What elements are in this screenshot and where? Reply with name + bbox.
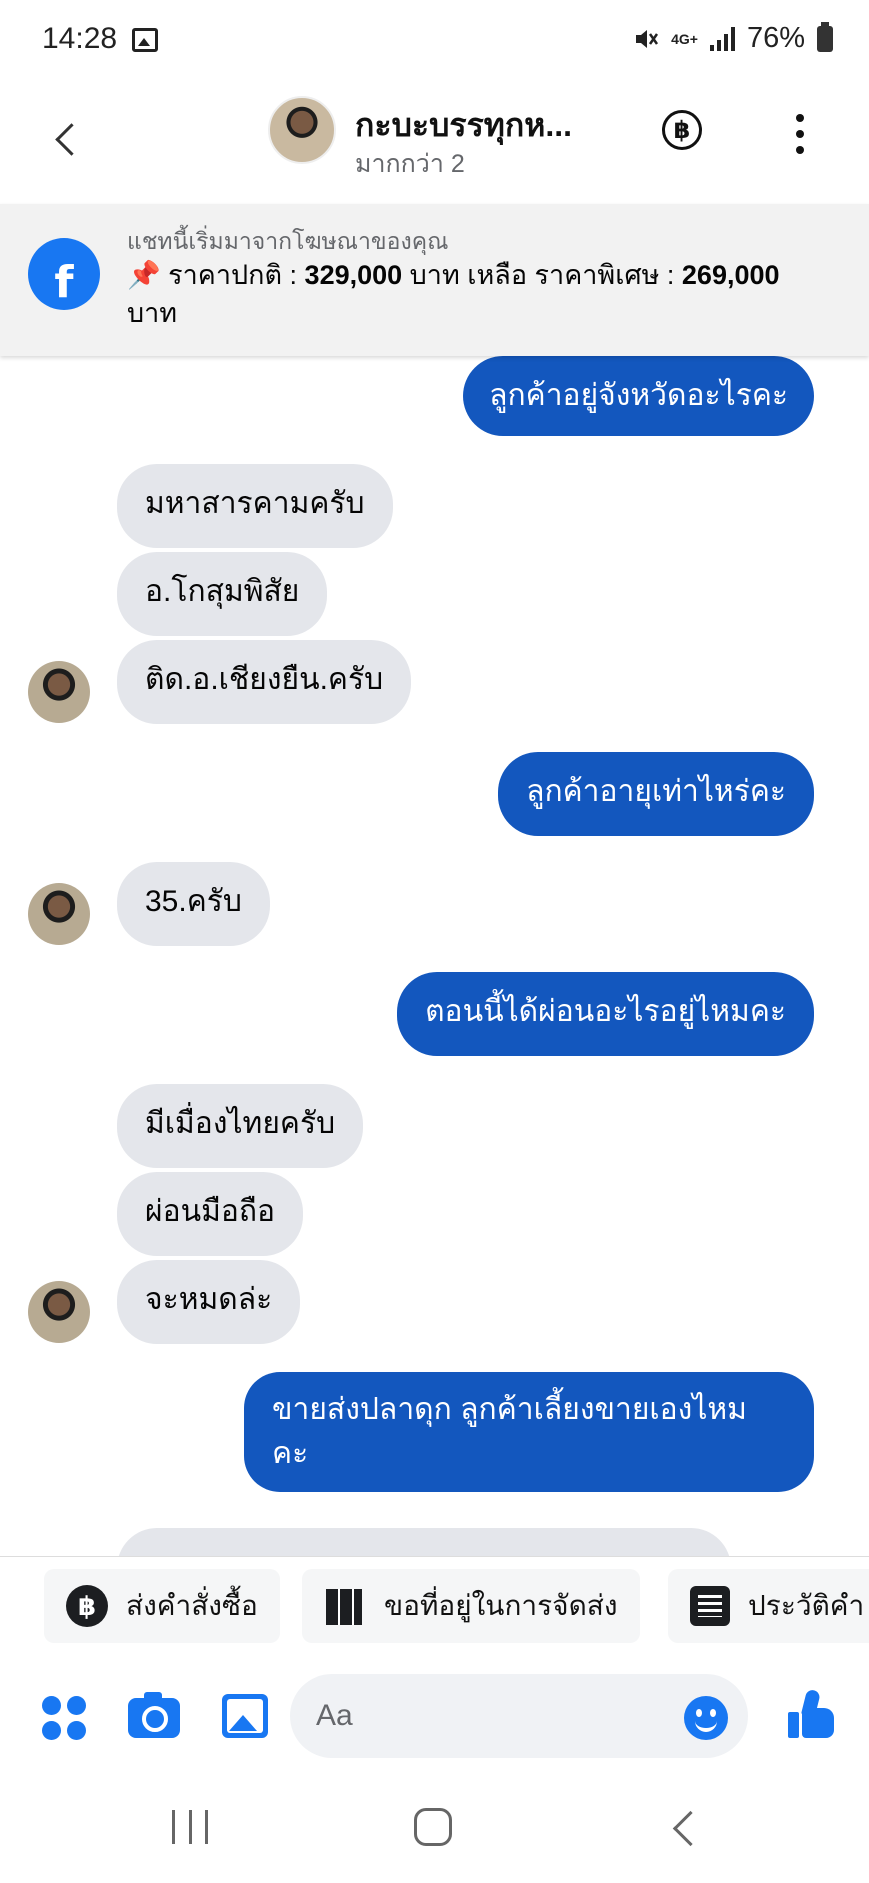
message-bubble-incoming-partial[interactable] <box>117 1528 731 1556</box>
camera-icon[interactable] <box>128 1692 180 1738</box>
message-bubble-outgoing[interactable]: ตอนนี้ได้ผ่อนอะไรอยู่ไหมคะ <box>397 972 814 1056</box>
history-chip[interactable]: ประวัติคำ <box>668 1569 869 1643</box>
quick-actions-bar: ฿ ส่งคำสั่งซื้อ ขอที่อยู่ในการจัดส่ง ประ… <box>0 1556 869 1656</box>
battery-percent: 76% <box>746 22 805 54</box>
pin-icon: 📌 <box>127 260 161 290</box>
baht-icon: ฿ <box>66 1585 108 1627</box>
message-bubble-incoming[interactable]: 35.ครับ <box>117 862 270 946</box>
chip-label: ขอที่อยู่ในการจัดส่ง <box>384 1590 618 1621</box>
message-bubble-incoming[interactable]: ติด.อ.เชียงยืน.ครับ <box>117 640 412 724</box>
ad-origin-banner[interactable]: f แชทนี้เริ่มมาจากโฆษณาของคุณ 📌 ราคาปกติ… <box>0 204 869 356</box>
system-nav-bar <box>0 1776 869 1883</box>
recent-apps-button[interactable] <box>172 1810 208 1844</box>
mute-icon <box>633 26 659 52</box>
ad-banner-text: 📌 ราคาปกติ : 329,000 บาท เหลือ ราคาพิเศษ… <box>127 260 780 328</box>
contact-avatar[interactable] <box>268 96 336 164</box>
message-bubble-incoming[interactable]: อ.โกสุมพิสัย <box>117 552 328 636</box>
list-icon <box>690 1586 730 1626</box>
baht-icon: ฿ <box>673 116 691 144</box>
system-back-button[interactable] <box>668 1810 704 1846</box>
special-price: 269,000 <box>681 260 780 290</box>
request-address-chip[interactable]: ขอที่อยู่ในการจัดส่ง <box>302 1569 640 1643</box>
facebook-icon: f <box>28 238 100 310</box>
payment-button[interactable]: ฿ <box>662 110 702 150</box>
message-composer <box>0 1656 869 1776</box>
sender-avatar[interactable] <box>28 883 90 945</box>
ad-banner-caption: แชทนี้เริ่มมาจากโฆษณาของคุณ <box>127 228 449 254</box>
chat-header: กะบะบรรทุกห... มากกว่า 2 ฿ <box>0 84 869 204</box>
status-time: 14:28 <box>42 22 118 55</box>
sender-avatar[interactable] <box>28 1281 90 1343</box>
normal-price: 329,000 <box>304 260 403 290</box>
battery-icon <box>817 21 833 52</box>
back-button[interactable] <box>48 114 88 164</box>
apps-icon[interactable] <box>42 1696 86 1740</box>
signal-icon <box>709 26 735 51</box>
send-order-chip[interactable]: ฿ ส่งคำสั่งซื้อ <box>44 1569 280 1643</box>
image-notification-icon <box>132 28 158 52</box>
message-bubble-incoming[interactable]: ผ่อนมือถือ <box>117 1172 304 1256</box>
network-type-label: 4G+ <box>671 30 698 47</box>
message-bubble-outgoing[interactable]: ลูกค้าอยู่จังหวัดอะไรคะ <box>463 356 814 436</box>
sender-avatar[interactable] <box>28 661 90 723</box>
contact-subtitle: มากกว่า 2 <box>355 150 465 178</box>
home-button[interactable] <box>414 1808 452 1846</box>
message-bubble-outgoing[interactable]: ขายส่งปลาดุก ลูกค้าเลี้ยงขายเองไหม คะ <box>244 1372 814 1492</box>
message-list[interactable]: ลูกค้าอยู่จังหวัดอะไรคะ มหาสารคามครับ อ.… <box>0 356 869 1556</box>
message-bubble-incoming[interactable]: มีเมื่องไทยครับ <box>117 1084 364 1168</box>
gallery-icon[interactable] <box>222 1694 268 1738</box>
message-input[interactable] <box>290 1674 748 1758</box>
message-bubble-incoming[interactable]: จะหมดล่ะ <box>117 1260 301 1344</box>
message-bubble-outgoing[interactable]: ลูกค้าอายุเท่าไหร่คะ <box>498 752 814 836</box>
message-bubble-incoming[interactable]: มหาสารคามครับ <box>117 464 393 548</box>
emoji-icon[interactable] <box>684 1696 728 1740</box>
status-bar: 14:28 4G+ 76% <box>0 0 869 84</box>
chip-label: ส่งคำสั่งซื้อ <box>126 1590 258 1621</box>
chip-label: ประวัติคำ <box>748 1590 865 1621</box>
more-options-button[interactable] <box>792 114 808 154</box>
status-indicators: 4G+ 76% <box>633 21 833 55</box>
map-icon <box>324 1585 366 1627</box>
thumbs-up-icon[interactable] <box>786 1688 836 1740</box>
